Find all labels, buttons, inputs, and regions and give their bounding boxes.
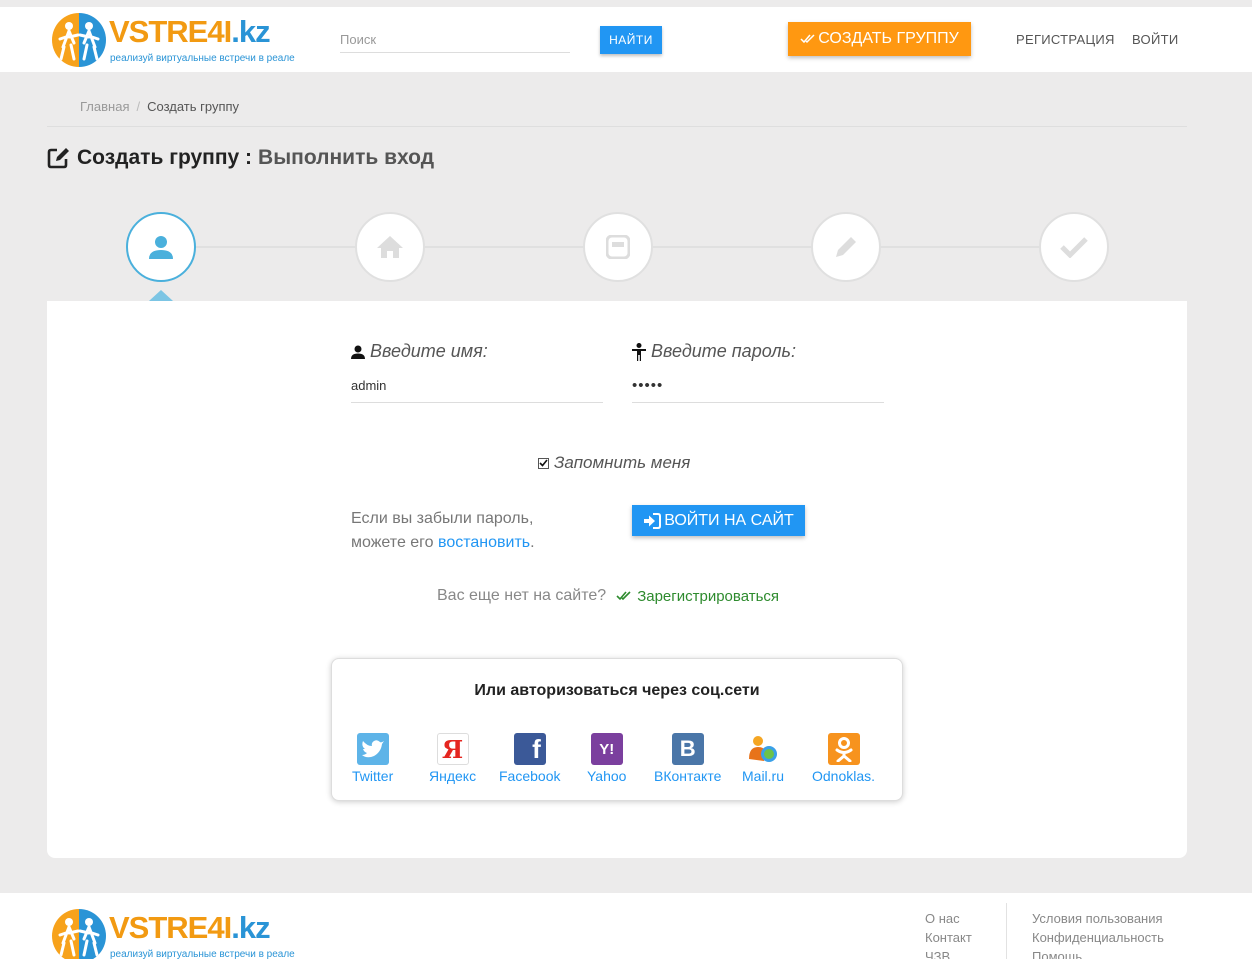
social-odnoklassniki[interactable]: Odnoklas.: [812, 733, 875, 784]
footer-logo[interactable]: VSTRE4I.kz реализуй виртуальные встречи …: [52, 909, 302, 959]
username-label: Введите имя:: [351, 341, 488, 362]
password-label: Введите пароль:: [632, 341, 796, 362]
twitter-icon: [356, 733, 389, 765]
top-strip: [0, 0, 1252, 7]
footer-logo-slogan: реализуй виртуальные встречи в реале: [110, 949, 295, 959]
social-twitter[interactable]: Twitter: [352, 733, 393, 784]
site-footer: VSTRE4I.kz реализуй виртуальные встречи …: [0, 893, 1252, 959]
remember-checkbox[interactable]: [538, 457, 549, 469]
social-login-title: Или авторизоваться через соц.сети: [474, 682, 760, 699]
username-input[interactable]: [351, 369, 603, 403]
nav-register-link[interactable]: РЕГИСТРАЦИЯ: [1016, 32, 1115, 47]
remember-label: Запомнить меня: [554, 453, 691, 472]
check-icon: [1060, 237, 1088, 258]
logo-emblem-icon: [52, 909, 106, 959]
social-vkontakte[interactable]: B ВКонтакте: [654, 733, 721, 784]
find-button[interactable]: НАЙТИ: [600, 26, 662, 54]
no-account-line: Вас еще нет на сайте? Зарегистрироваться: [437, 587, 779, 605]
footer-link-about[interactable]: О нас: [925, 909, 972, 928]
footer-links-col2: Условия пользования Конфиденциальность П…: [1032, 909, 1164, 959]
footer-divider: [1006, 903, 1007, 959]
mailru-icon: [747, 733, 779, 765]
breadcrumb: Главная / Создать группу: [80, 99, 239, 114]
social-mailru[interactable]: Mail.ru: [742, 733, 784, 784]
create-group-button[interactable]: СОЗДАТЬ ГРУППУ: [788, 22, 971, 56]
breadcrumb-current: Создать группу: [147, 99, 240, 114]
yahoo-icon: Y!: [590, 733, 623, 765]
footer-link-terms[interactable]: Условия пользования: [1032, 909, 1164, 928]
page-title-main: Создать группу :: [77, 146, 253, 169]
site-header: VSTRE4I.kz реализуй виртуальные встречи …: [0, 7, 1252, 72]
footer-link-privacy[interactable]: Конфиденциальность: [1032, 928, 1164, 947]
login-card: Введите имя: Введите пароль: Запомнить м…: [47, 301, 1187, 858]
breadcrumb-divider: [47, 126, 1187, 127]
home-icon: [377, 236, 403, 258]
footer-link-contact[interactable]: Контакт: [925, 928, 972, 947]
odnoklassniki-icon: [827, 733, 860, 765]
step-card[interactable]: [583, 212, 653, 282]
search-input[interactable]: [340, 27, 570, 53]
breadcrumb-separator: /: [136, 99, 141, 114]
step-login[interactable]: [126, 212, 196, 282]
user-icon: [351, 345, 365, 359]
person-icon: [632, 342, 646, 361]
breadcrumb-home[interactable]: Главная: [80, 99, 129, 114]
facebook-icon: f: [513, 733, 546, 765]
forgot-password-text: Если вы забыли пароль, можете его востан…: [351, 510, 535, 551]
sign-in-icon: [644, 512, 662, 529]
social-login-panel: Или авторизоваться через соц.сети Twitte…: [331, 658, 903, 801]
page-title-sub: Выполнить вход: [258, 146, 435, 169]
double-check-icon: [616, 591, 631, 601]
remember-me[interactable]: Запомнить меня: [538, 453, 690, 473]
user-icon: [149, 236, 173, 259]
social-yandex[interactable]: Я Яндекс: [429, 733, 476, 784]
step-home[interactable]: [355, 212, 425, 282]
vkontakte-icon: B: [671, 733, 704, 765]
pencil-icon: [836, 237, 856, 257]
register-link[interactable]: Зарегистрироваться: [616, 588, 779, 605]
footer-link-help[interactable]: Помощь: [1032, 947, 1164, 959]
footer-links-col1: О нас Контакт ЧЗВ: [925, 909, 972, 959]
footer-link-faq[interactable]: ЧЗВ: [925, 947, 972, 959]
social-yahoo[interactable]: Y! Yahoo: [587, 733, 626, 784]
login-submit-label: ВОЙТИ НА САЙТ: [664, 511, 794, 529]
double-check-icon: [800, 34, 815, 44]
restore-password-link[interactable]: востановить: [438, 534, 530, 551]
login-submit-button[interactable]: ВОЙТИ НА САЙТ: [632, 505, 805, 536]
yandex-icon: Я: [436, 733, 469, 765]
password-input[interactable]: [632, 369, 884, 403]
site-logo[interactable]: VSTRE4I.kz реализуй виртуальные встречи …: [52, 13, 302, 67]
footer-logo-wordmark: VSTRE4I.kz: [109, 910, 271, 945]
edit-icon: [47, 148, 69, 169]
step-finish[interactable]: [1039, 212, 1109, 282]
logo-wordmark: VSTRE4I.kz: [109, 14, 271, 49]
no-account-text: Вас еще нет на сайте?: [437, 587, 607, 604]
page-title: Создать группу : Выполнить вход: [47, 146, 434, 170]
logo-slogan: реализуй виртуальные встречи в реале: [110, 53, 295, 64]
active-step-caret: [149, 290, 173, 301]
step-edit[interactable]: [811, 212, 881, 282]
nav-login-link[interactable]: ВОЙТИ: [1132, 32, 1178, 47]
card-icon: [606, 235, 630, 259]
create-group-label: СОЗДАТЬ ГРУППУ: [818, 30, 959, 47]
logo-emblem-icon: [52, 13, 106, 67]
checkmark-icon: [539, 459, 548, 467]
social-facebook[interactable]: f Facebook: [499, 733, 560, 784]
